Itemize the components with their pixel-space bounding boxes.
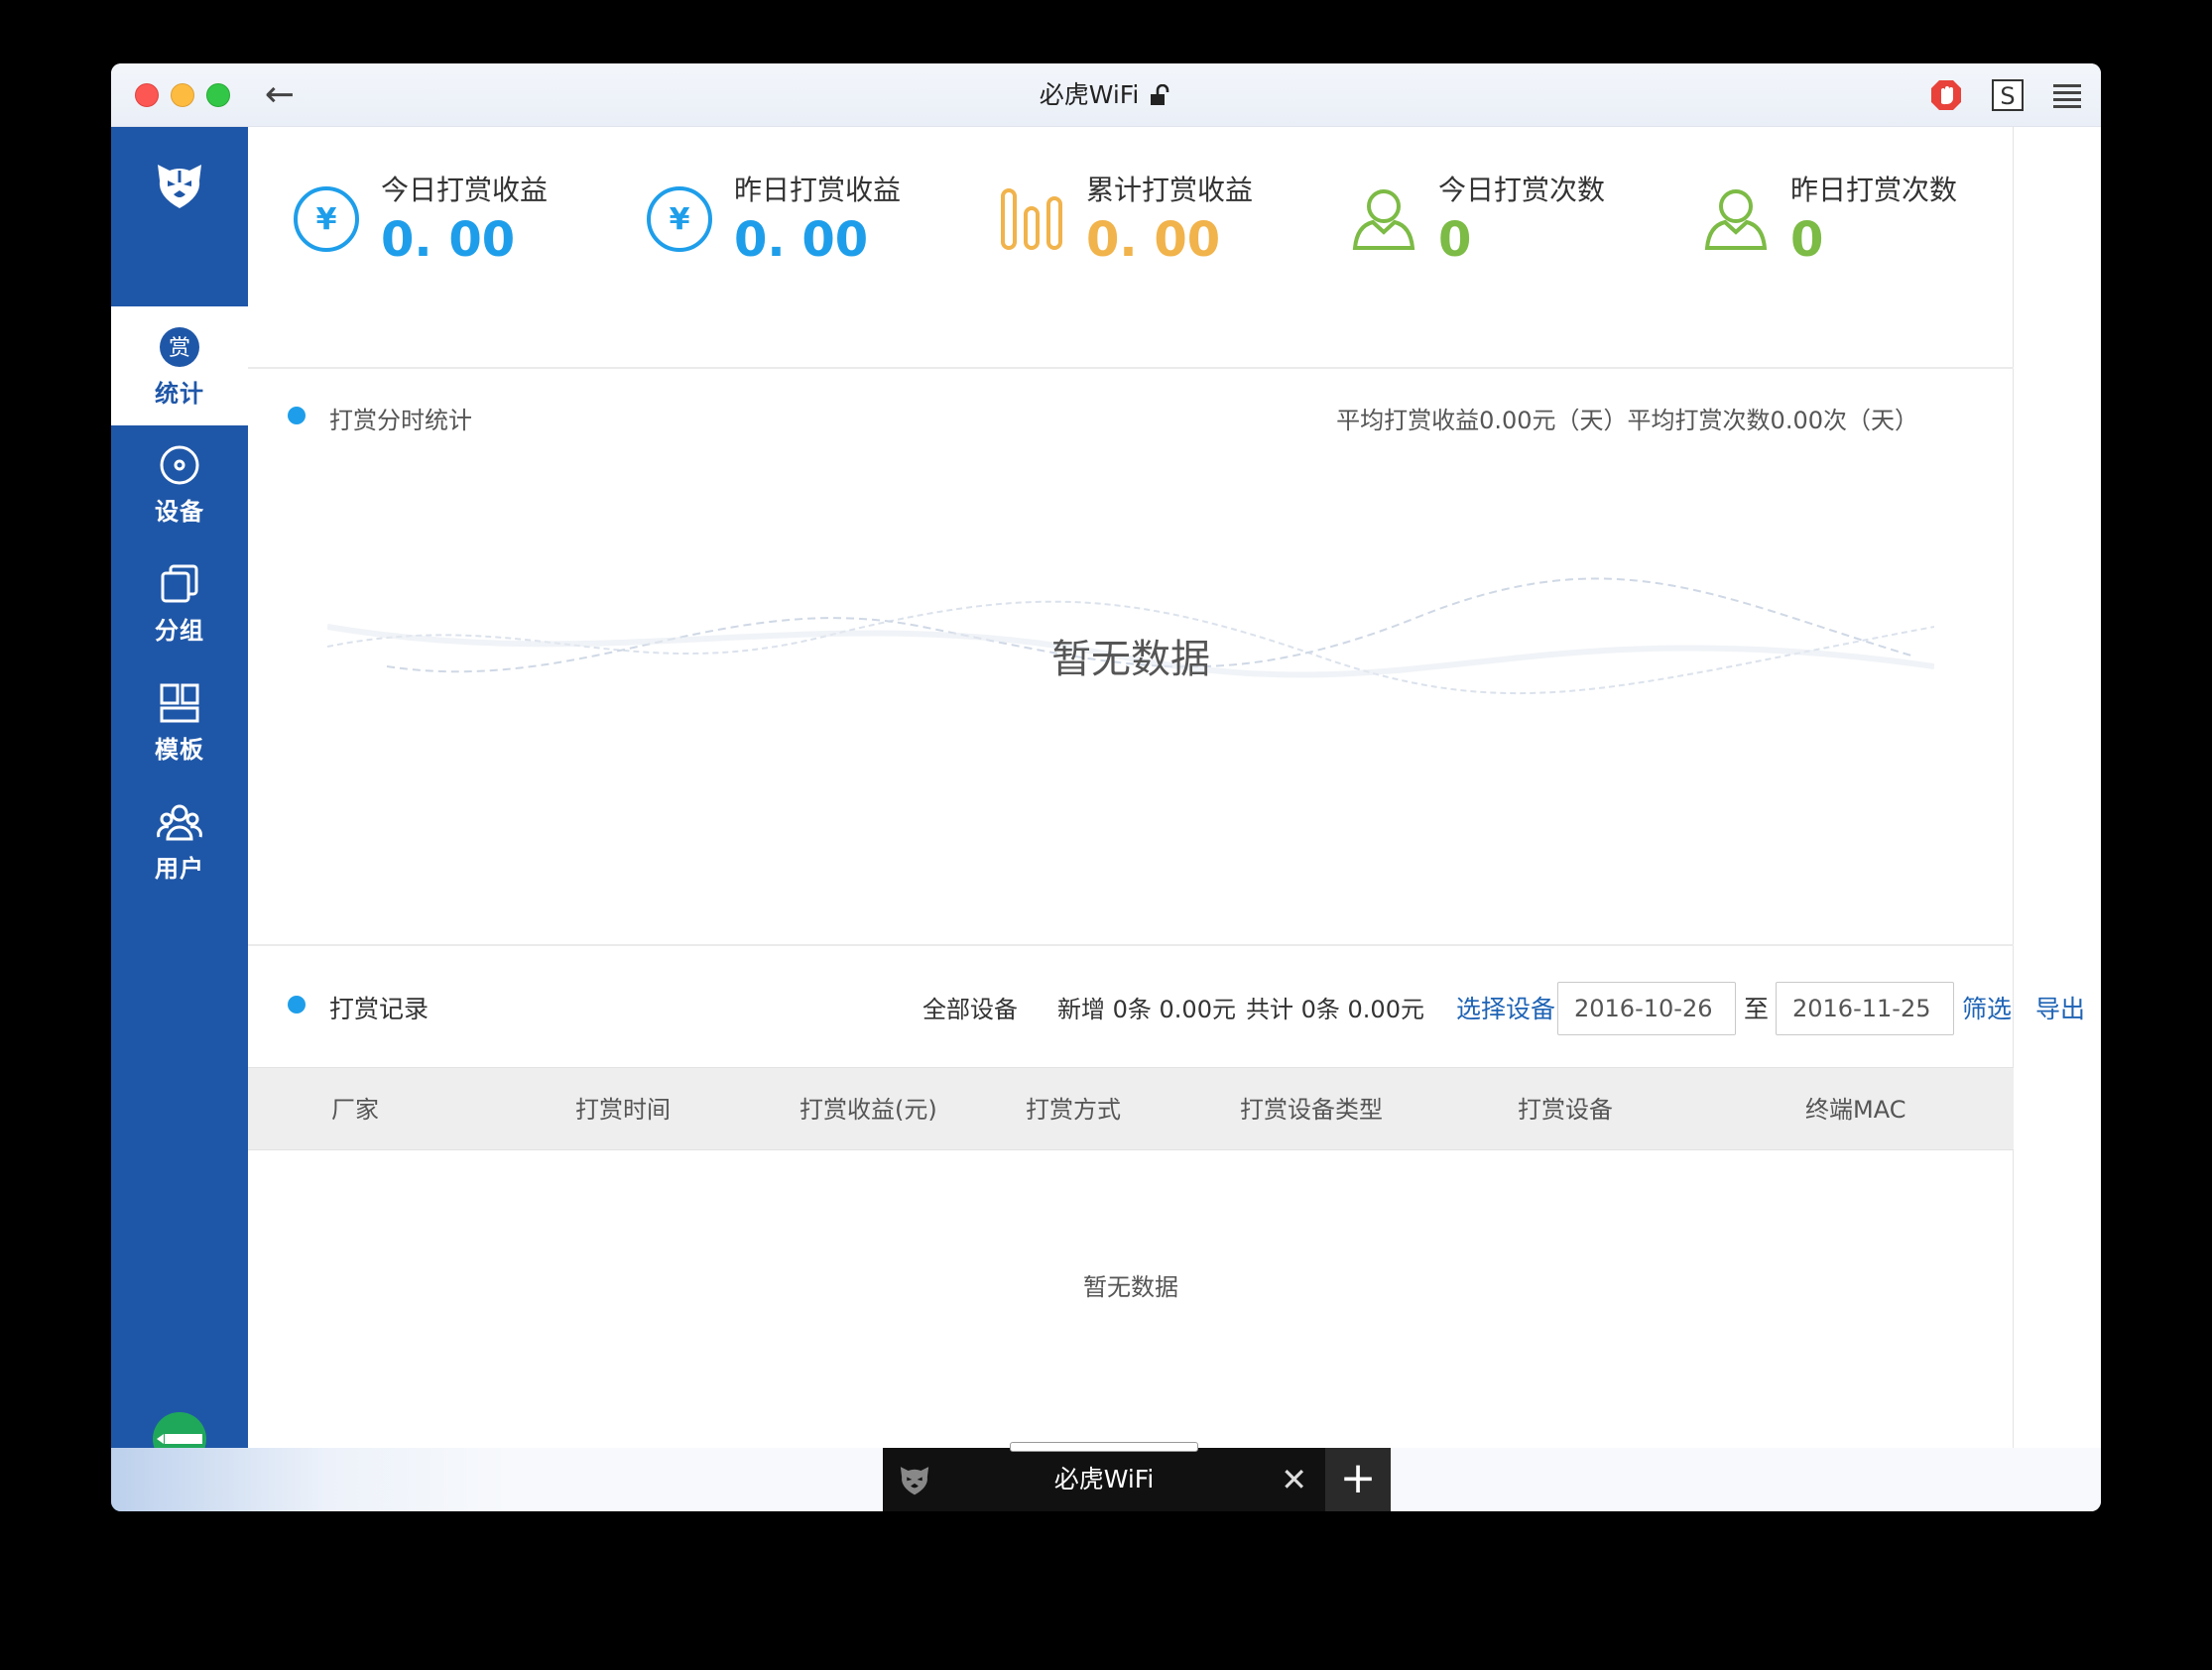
stat-label: 昨日打赏收益 — [734, 174, 902, 206]
svg-text:¥: ¥ — [316, 202, 337, 237]
back-arrow-icon[interactable]: ← — [260, 75, 300, 115]
users-icon — [157, 804, 202, 840]
svg-text:赏: 赏 — [169, 336, 190, 361]
stats-row: ¥ 今日打赏收益 0. 00 ¥ 昨日打赏收益 0. 00 累计打赏收益 0. … — [248, 127, 2014, 369]
user-icon — [1704, 189, 1768, 250]
yuan-icon: ¥ — [647, 186, 712, 252]
window-title-text: 必虎WiFi — [1039, 80, 1140, 109]
all-devices-label: 全部设备 — [922, 996, 1018, 1023]
stat-value: 0 — [1438, 212, 1472, 268]
minimize-window-button[interactable] — [171, 83, 194, 107]
column-header[interactable]: 打赏方式 — [1026, 1068, 1121, 1151]
date-separator: 至 — [1744, 995, 1770, 1023]
tab-bihu-wifi[interactable]: 必虎WiFi ✕ — [883, 1442, 1325, 1511]
stat-label: 昨日打赏次数 — [1790, 174, 1958, 206]
stat-value: 0. 00 — [734, 212, 869, 268]
title-bar: ← 必虎WiFi S — [111, 63, 2101, 127]
hamburger-menu-icon[interactable] — [2049, 77, 2085, 113]
stat-value: 0 — [1790, 212, 1824, 268]
new-summary: 新增 0条 0.00元 — [1057, 996, 1236, 1023]
stat-label: 今日打赏收益 — [381, 174, 549, 206]
total-summary: 共计 0条 0.00元 — [1246, 996, 1424, 1023]
average-summary: 平均打赏收益0.00元（天）平均打赏次数0.00次（天） — [1336, 407, 1918, 434]
app-window: ← 必虎WiFi S 赏 统计 设备 分组 模板 用户 ¥ 今日打赏收益 0. … — [111, 63, 2101, 1511]
sidebar: 赏 统计 设备 分组 模板 用户 — [111, 127, 248, 1511]
tab-title: 必虎WiFi — [1053, 1465, 1155, 1493]
stat-yesterday-income: ¥ 昨日打赏收益 0. 00 — [601, 167, 938, 286]
groups-icon — [161, 564, 198, 602]
date-from-input[interactable] — [1557, 982, 1736, 1035]
template-icon — [160, 683, 199, 722]
stat-total-income: 累计打赏收益 0. 00 — [953, 167, 1290, 286]
user-icon — [1352, 189, 1415, 250]
records-title: 打赏记录 — [329, 995, 430, 1023]
stat-value: 0. 00 — [1086, 212, 1221, 268]
stat-label: 今日打赏次数 — [1438, 174, 1606, 206]
date-to-input[interactable] — [1776, 982, 1954, 1035]
chart-empty-text: 暂无数据 — [1051, 637, 1210, 682]
section-dot — [288, 407, 306, 424]
section-title: 打赏分时统计 — [329, 407, 472, 434]
sidebar-item-label: 设备 — [155, 497, 204, 526]
device-disc-icon — [160, 445, 199, 484]
column-header[interactable]: 打赏设备 — [1518, 1068, 1613, 1151]
column-header[interactable]: 打赏时间 — [575, 1068, 671, 1151]
tiger-logo-icon — [111, 127, 248, 242]
svg-text:¥: ¥ — [670, 202, 690, 237]
stat-yesterday-count: 昨日打赏次数 0 — [1658, 167, 1995, 286]
reward-badge-icon: 赏 — [160, 326, 199, 367]
sidebar-item-groups[interactable]: 分组 — [111, 543, 248, 662]
sidebar-item-label: 模板 — [155, 735, 204, 764]
logout-arrow-icon — [157, 1433, 202, 1444]
column-header[interactable]: 打赏设备类型 — [1240, 1068, 1383, 1151]
close-icon[interactable]: ✕ — [1281, 1448, 1307, 1511]
main-content: ¥ 今日打赏收益 0. 00 ¥ 昨日打赏收益 0. 00 累计打赏收益 0. … — [248, 127, 2085, 1511]
column-header[interactable]: 厂家 — [331, 1068, 379, 1151]
stat-label: 累计打赏收益 — [1086, 174, 1254, 206]
filter-link[interactable]: 筛选 — [1962, 990, 2012, 1025]
s-extension-icon[interactable]: S — [1990, 77, 2026, 113]
stat-today-income: ¥ 今日打赏收益 0. 00 — [248, 167, 585, 286]
close-window-button[interactable] — [135, 83, 159, 107]
sidebar-item-stats[interactable]: 赏 统计 — [111, 306, 248, 425]
window-title: 必虎WiFi — [111, 63, 2101, 127]
stat-value: 0. 00 — [381, 212, 516, 268]
yuan-icon: ¥ — [294, 186, 359, 252]
sidebar-item-label: 用户 — [155, 854, 204, 883]
sidebar-item-label: 分组 — [155, 616, 204, 645]
column-header[interactable]: 终端MAC — [1805, 1068, 1905, 1151]
bars-icon — [1001, 188, 1062, 250]
lock-icon — [1151, 84, 1169, 105]
sidebar-item-label: 统计 — [155, 379, 204, 408]
new-tab-button[interactable]: + — [1325, 1448, 1391, 1511]
records-table-header: 厂家 打赏时间 打赏收益(元) 打赏方式 打赏设备类型 打赏设备 终端MAC — [248, 1067, 2014, 1150]
sidebar-item-templates[interactable]: 模板 — [111, 662, 248, 781]
section-dot — [288, 996, 306, 1014]
stop-hand-icon[interactable] — [1928, 77, 1964, 113]
sidebar-item-users[interactable]: 用户 — [111, 781, 248, 900]
table-empty-text: 暂无数据 — [1083, 1273, 1178, 1301]
column-header[interactable]: 打赏收益(元) — [799, 1068, 937, 1151]
hourly-stats-section: 打赏分时统计 平均打赏收益0.00元（天）平均打赏次数0.00次（天） 暂无数据 — [248, 369, 2014, 946]
tab-bar: 必虎WiFi ✕ + — [111, 1442, 2101, 1511]
sidebar-item-devices[interactable]: 设备 — [111, 424, 248, 543]
select-device-link[interactable]: 选择设备 — [1456, 990, 1555, 1025]
stat-today-count: 今日打赏次数 0 — [1305, 167, 1643, 286]
zoom-window-button[interactable] — [206, 83, 230, 107]
records-toolbar: 打赏记录 全部设备 新增 0条 0.00元 共计 0条 0.00元 选择设备 至… — [248, 946, 2085, 1067]
svg-text:S: S — [2000, 82, 2015, 110]
export-link[interactable]: 导出 — [2035, 990, 2085, 1025]
